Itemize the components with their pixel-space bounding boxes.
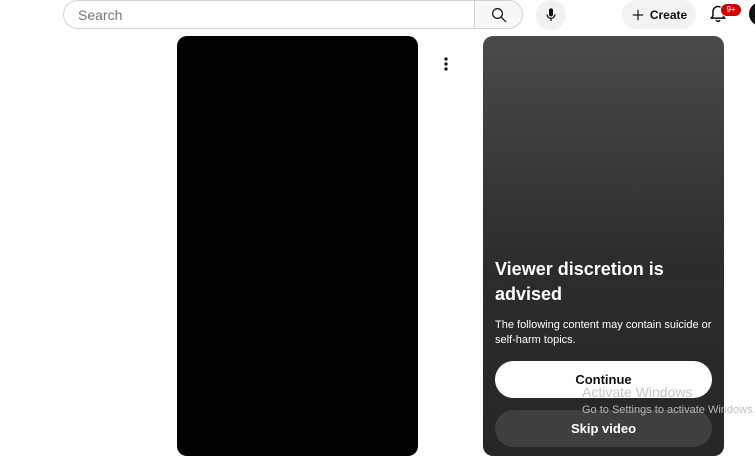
search-input[interactable] (76, 5, 474, 24)
warning-title: Viewer discretion is advised (495, 259, 664, 304)
microphone-icon (546, 8, 556, 21)
create-label: Create (649, 7, 688, 22)
search-icon (491, 7, 506, 22)
avatar[interactable] (749, 2, 755, 26)
create-button[interactable]: Create (622, 0, 696, 29)
more-vertical-icon (444, 57, 448, 71)
search-box[interactable] (63, 0, 474, 29)
warning-text: The following content may contain suicid… (495, 319, 712, 346)
more-actions-button[interactable] (436, 54, 456, 74)
plus-icon (632, 9, 644, 20)
notification-badge: 9+ (720, 3, 742, 17)
video-player[interactable] (177, 36, 418, 456)
search-button[interactable] (474, 0, 523, 29)
activation-watermark-subtitle: Go to Settings to activate Windows. (582, 404, 755, 416)
voice-search-button[interactable] (536, 0, 566, 30)
activation-watermark-title: Activate Windows (582, 384, 693, 400)
